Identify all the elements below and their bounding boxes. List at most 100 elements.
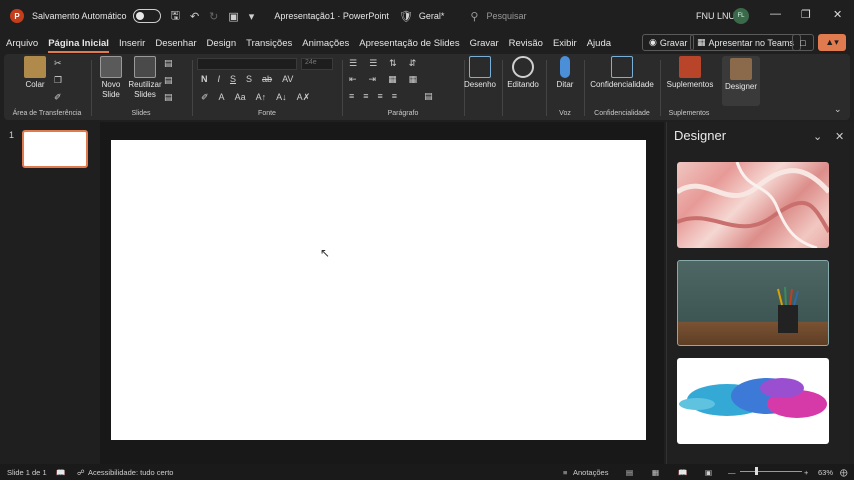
reading-view-icon[interactable]: 📖 [678,468,687,477]
bold-icon[interactable]: N [201,74,208,84]
designer-button[interactable]: Designer [722,56,760,106]
increase-indent-icon[interactable]: ⇥ [369,74,377,85]
zoom-slider-thumb[interactable] [755,467,758,475]
editing-button[interactable]: Editando [504,56,542,90]
font-color-icon[interactable]: A [219,92,225,103]
save-icon[interactable]: 🖫 [171,7,180,26]
design-option-pencils[interactable] [677,260,829,346]
share-button[interactable]: ▲▾ [818,34,846,51]
avatar[interactable]: FL [733,8,749,24]
record-button[interactable]: ◉ Gravar [642,34,695,51]
accessibility-status[interactable]: Acessibilidade: tudo certo [88,468,173,477]
highlight-icon[interactable]: ✐ [201,92,209,103]
tab-exibir[interactable]: Exibir [553,38,577,49]
present-from-start-icon[interactable]: ▣ [228,10,238,23]
close-pane-icon[interactable]: ✕ [835,130,844,143]
new-slide-button[interactable]: Novo Slide [96,56,126,100]
paste-button[interactable]: Colar [22,56,48,90]
drawing-button[interactable]: Desenho [462,56,498,90]
underline-icon[interactable]: S [230,74,236,84]
voice-group: Ditar Voz [547,54,583,120]
slides-group: Novo Slide Reutilizar Slides ▤ ▤ ▤ Slide… [92,54,190,120]
redo-icon[interactable]: ↻ [209,10,218,23]
search-box[interactable]: ⚲ Pesquisar [470,5,670,27]
font-group: 24e N I S S ab AV ✐ A Aa A↑ A↓ A✗ Fonte [193,54,341,120]
zoom-slider[interactable] [740,471,802,472]
bullets-icon[interactable]: ☰ [349,58,357,69]
document-title: Apresentação1 · PowerPoint [274,11,389,21]
grow-font-icon[interactable]: A↑ [256,92,267,103]
sensitivity-label[interactable]: Geral* [419,11,445,21]
zoom-out-icon[interactable]: — [728,468,736,477]
zoom-in-icon[interactable]: + [804,468,808,477]
present-teams-button[interactable]: ▦ Apresentar no Teams [690,34,801,51]
align-text-icon[interactable]: ▦ [409,74,418,85]
restore-icon[interactable]: ❐ [801,8,811,21]
addins-button[interactable]: Suplementos [665,56,715,90]
shrink-font-icon[interactable]: A↓ [276,92,287,103]
addins-group-label: Suplementos [668,110,710,117]
collapse-ribbon-icon[interactable]: ⌄ [834,104,842,115]
spelling-icon[interactable]: 📖 [56,468,65,477]
tab-arquivo[interactable]: Arquivo [6,38,38,49]
align-center-icon[interactable]: ≡ [363,91,368,102]
italic-icon[interactable]: I [218,74,221,84]
user-name[interactable]: FNU LNU [696,11,735,21]
slide-sorter-icon[interactable]: ▦ [652,468,659,477]
smartart-icon[interactable]: ▤ [424,91,433,102]
shadow-icon[interactable]: S [246,74,252,84]
font-name-input[interactable] [197,58,297,70]
char-spacing-icon[interactable]: AV [282,74,293,84]
slideshow-icon[interactable]: ▣ [705,468,712,477]
sensitivity-icon [611,56,633,78]
align-left-icon[interactable]: ≡ [349,91,354,102]
tab-revisao[interactable]: Revisão [509,38,543,49]
normal-view-icon[interactable]: ▤ [626,468,633,477]
tab-ajuda[interactable]: Ajuda [587,38,611,49]
slide-canvas[interactable]: ↖ [111,140,646,440]
tab-transicoes[interactable]: Transições [246,38,292,49]
line-spacing-icon[interactable]: ⇅ [389,58,397,69]
dictate-button[interactable]: Ditar [553,56,577,90]
drawing-label: Desenho [463,80,497,89]
cut-icon[interactable]: ✂ [54,58,62,69]
design-option-ink-cloud[interactable] [677,358,829,444]
undo-icon[interactable]: ↶ [190,10,199,23]
design-option-marble[interactable] [677,162,829,248]
minimize-icon[interactable]: — [770,8,781,20]
columns-icon[interactable]: ▦ [388,74,397,85]
align-right-icon[interactable]: ≡ [378,91,383,102]
text-direction-icon[interactable]: ⇵ [409,58,417,69]
numbering-icon[interactable]: ☰ [369,58,377,69]
tab-apresentacao[interactable]: Apresentação de Slides [359,38,459,49]
font-size-input[interactable]: 24e [301,58,333,70]
reset-icon[interactable]: ▤ [164,75,173,86]
close-icon[interactable]: ✕ [833,8,842,21]
comments-button[interactable]: □ [792,34,814,51]
format-painter-icon[interactable]: ✐ [54,92,62,103]
decrease-indent-icon[interactable]: ⇤ [349,74,357,85]
notes-button[interactable]: Anotações [573,468,608,477]
customize-toolbar-icon[interactable]: ▾ [249,10,255,23]
tab-inserir[interactable]: Inserir [119,38,145,49]
layout-icon[interactable]: ▤ [164,58,173,69]
clear-format-icon[interactable]: A✗ [297,92,311,103]
tab-desenhar[interactable]: Desenhar [155,38,196,49]
justify-icon[interactable]: ≡ [392,91,397,102]
chevron-down-icon[interactable]: ⌄ [813,130,822,143]
tab-design[interactable]: Design [207,38,237,49]
tab-gravar[interactable]: Gravar [470,38,499,49]
strikethrough-icon[interactable]: ab [262,74,272,84]
autosave-toggle[interactable] [132,9,161,23]
slide-thumbnail[interactable] [22,130,88,168]
fit-to-window-icon[interactable]: ⨁ [840,468,848,477]
section-icon[interactable]: ▤ [164,92,173,103]
slide-info[interactable]: Slide 1 de 1 [7,468,47,477]
reuse-slides-button[interactable]: Reutilizar Slides [126,56,164,100]
zoom-level[interactable]: 63% [818,468,833,477]
change-case-icon[interactable]: Aa [235,92,246,103]
sensitivity-button[interactable]: Confidencialidade [589,56,655,90]
tab-pagina-inicial[interactable]: Página Inicial [48,38,109,53]
tab-animacoes[interactable]: Animações [302,38,349,49]
copy-icon[interactable]: ❐ [54,75,62,86]
